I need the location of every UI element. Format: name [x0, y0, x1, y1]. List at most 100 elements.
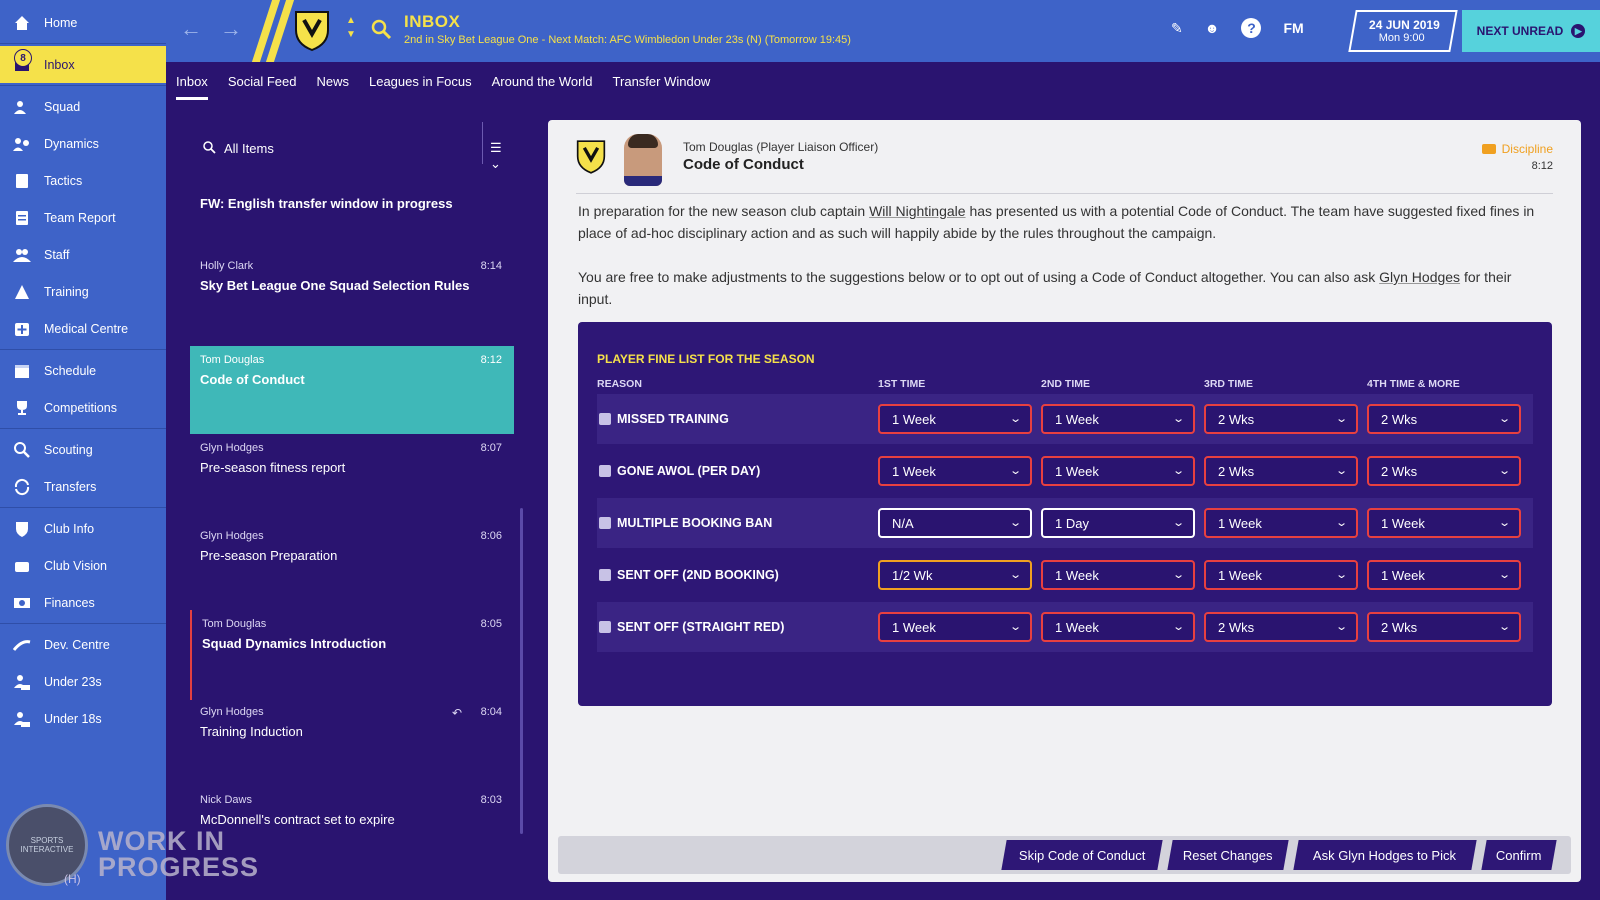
message-sender: Tom Douglas [202, 618, 267, 630]
skip-code-of-conduct-button[interactable]: Skip Code of Conduct [1001, 840, 1163, 870]
staff-link[interactable]: Glyn Hodges [1379, 269, 1460, 285]
red-card-icon [599, 621, 611, 633]
fine-select-2nd[interactable]: 1 Week ⌄ [1041, 612, 1195, 642]
fine-select-4th[interactable]: 2 Wks ⌄ [1367, 612, 1521, 642]
tab-transfer-window[interactable]: Transfer Window [603, 62, 721, 100]
sidebar-item-under-18s[interactable]: Under 18s [0, 700, 166, 737]
sidebar-item-team-report[interactable]: Team Report [0, 199, 166, 236]
sidebar: Home 8 Inbox Squad Dynamics Tactics Team… [0, 0, 166, 900]
sidebar-item-medical-centre[interactable]: Medical Centre [0, 310, 166, 347]
chevron-down-icon: ⌄ [1008, 621, 1022, 633]
fine-select-2nd[interactable]: 1 Week ⌄ [1041, 560, 1195, 590]
sidebar-item-label: Club Info [44, 521, 95, 536]
date-label: 24 JUN 2019 [1368, 18, 1440, 32]
fine-value: 2 Wks [1218, 619, 1255, 635]
message-item[interactable]: Tom Douglas Squad Dynamics Introduction … [190, 610, 514, 700]
fine-select-4th[interactable]: 1 Week ⌄ [1367, 508, 1521, 538]
filter-dropdown[interactable]: All Items [202, 140, 274, 157]
sidebar-item-staff[interactable]: Staff [0, 236, 166, 273]
list-options-icon[interactable]: ☰ ⌄ [490, 140, 516, 172]
button-label: Confirm [1496, 847, 1542, 863]
sidebar-item-club-vision[interactable]: Club Vision [0, 547, 166, 584]
sidebar-item-home[interactable]: Home [0, 4, 166, 41]
tab-leagues-in-focus[interactable]: Leagues in Focus [359, 62, 482, 100]
sidebar-item-label: Training [44, 284, 89, 299]
sidebar-item-finances[interactable]: Finances [0, 584, 166, 621]
message-item-selected[interactable]: Tom Douglas Code of Conduct 8:12 [190, 346, 514, 434]
switch-club-arrows-icon[interactable]: ▲ ▼ [346, 14, 356, 42]
message-time: 8:12 [1531, 160, 1553, 172]
sidebar-item-dynamics[interactable]: Dynamics [0, 125, 166, 162]
sidebar-item-label: Club Vision [44, 558, 108, 573]
fine-select-3rd[interactable]: 1 Week ⌄ [1204, 508, 1358, 538]
fine-select-4th[interactable]: 2 Wks ⌄ [1367, 456, 1521, 486]
sidebar-item-squad[interactable]: Squad [0, 88, 166, 125]
message-header: Tom Douglas (Player Liaison Officer) Cod… [576, 134, 1553, 194]
sender-name[interactable]: Tom Douglas [683, 140, 753, 154]
tab-around-the-world[interactable]: Around the World [482, 62, 603, 100]
fine-value: 2 Wks [1381, 411, 1418, 427]
fine-select-3rd[interactable]: 2 Wks ⌄ [1204, 456, 1358, 486]
fine-value: 2 Wks [1381, 619, 1418, 635]
fm-menu-button[interactable]: FM [1283, 20, 1303, 36]
column-header-2nd: 2ND TIME [1041, 378, 1091, 390]
search-icon[interactable] [370, 18, 392, 45]
forward-arrow-icon[interactable]: → [220, 18, 242, 40]
sidebar-item-inbox[interactable]: 8 Inbox [0, 46, 166, 83]
fine-select-2nd[interactable]: 1 Week ⌄ [1041, 456, 1195, 486]
player-link[interactable]: Will Nightingale [869, 203, 965, 219]
back-arrow-icon[interactable]: ← [180, 18, 202, 40]
message-item[interactable]: Glyn Hodges Training Induction 8:04 ↶ [190, 698, 514, 747]
sender-line[interactable]: Tom Douglas (Player Liaison Officer) [683, 140, 878, 154]
sidebar-item-competitions[interactable]: Competitions [0, 389, 166, 426]
sidebar-item-under-23s[interactable]: Under 23s [0, 663, 166, 700]
message-item[interactable]: FW: English transfer window in progress [190, 182, 514, 219]
sidebar-item-dev-centre[interactable]: Dev. Centre [0, 626, 166, 663]
sidebar-item-transfers[interactable]: Transfers [0, 468, 166, 505]
message-sender: Glyn Hodges [200, 442, 264, 454]
fine-select-1st[interactable]: N/A ⌄ [878, 508, 1032, 538]
fine-select-2nd[interactable]: 1 Week ⌄ [1041, 404, 1195, 434]
ask-assistant-button[interactable]: Ask Glyn Hodges to Pick [1293, 840, 1477, 870]
message-item[interactable]: Glyn Hodges Pre-season fitness report 8:… [190, 434, 514, 483]
fine-select-4th[interactable]: 2 Wks ⌄ [1367, 404, 1521, 434]
tab-social-feed[interactable]: Social Feed [218, 62, 307, 100]
tab-inbox[interactable]: Inbox [166, 62, 218, 100]
next-unread-button[interactable]: NEXT UNREAD ▶ [1462, 10, 1600, 52]
message-item[interactable]: Glyn Hodges Pre-season Preparation 8:06 [190, 522, 514, 571]
message-item[interactable]: Holly Clark Sky Bet League One Squad Sel… [190, 252, 514, 301]
fine-select-1st[interactable]: 1 Week ⌄ [878, 456, 1032, 486]
chevron-down-icon: ⌄ [1171, 517, 1185, 529]
sidebar-item-tactics[interactable]: Tactics [0, 162, 166, 199]
fine-select-3rd[interactable]: 1 Week ⌄ [1204, 560, 1358, 590]
column-header-reason: REASON [597, 378, 642, 390]
fine-select-1st[interactable]: 1/2 Wk ⌄ [878, 560, 1032, 590]
confirm-button[interactable]: Confirm [1481, 840, 1557, 870]
sidebar-item-label: Under 18s [44, 711, 102, 726]
sender-avatar[interactable] [624, 134, 662, 186]
sidebar-item-scouting[interactable]: Scouting [0, 431, 166, 468]
message-list-scrollbar[interactable] [520, 508, 523, 834]
fine-select-4th[interactable]: 1 Week ⌄ [1367, 560, 1521, 590]
sidebar-item-club-info[interactable]: Club Info [0, 510, 166, 547]
fine-select-1st[interactable]: 1 Week ⌄ [878, 612, 1032, 642]
help-icon[interactable]: ? [1241, 18, 1262, 38]
edit-icon[interactable]: ✎ [1171, 20, 1183, 37]
fine-value: 2 Wks [1218, 411, 1255, 427]
fine-select-3rd[interactable]: 2 Wks ⌄ [1204, 404, 1358, 434]
squad-icon [12, 97, 32, 117]
assistant-icon[interactable]: ☻ [1205, 20, 1220, 36]
fine-select-1st[interactable]: 1 Week ⌄ [878, 404, 1032, 434]
fine-select-2nd[interactable]: 1 Day ⌄ [1041, 508, 1195, 538]
tab-news[interactable]: News [306, 62, 359, 100]
sidebar-item-training[interactable]: Training [0, 273, 166, 310]
fine-select-3rd[interactable]: 2 Wks ⌄ [1204, 612, 1358, 642]
reset-changes-button[interactable]: Reset Changes [1167, 840, 1289, 870]
sidebar-item-schedule[interactable]: Schedule [0, 352, 166, 389]
fine-value: 1 Week [1055, 619, 1099, 635]
chevron-down-icon: ⌄ [1334, 413, 1348, 425]
transfer-icon [12, 477, 32, 497]
club-crest-icon[interactable] [294, 10, 330, 57]
fine-row: GONE AWOL (PER DAY) 1 Week ⌄ 1 Week ⌄ 2 Wk… [597, 446, 1533, 496]
game-date[interactable]: 24 JUN 2019 Mon 9:00 [1348, 10, 1458, 52]
